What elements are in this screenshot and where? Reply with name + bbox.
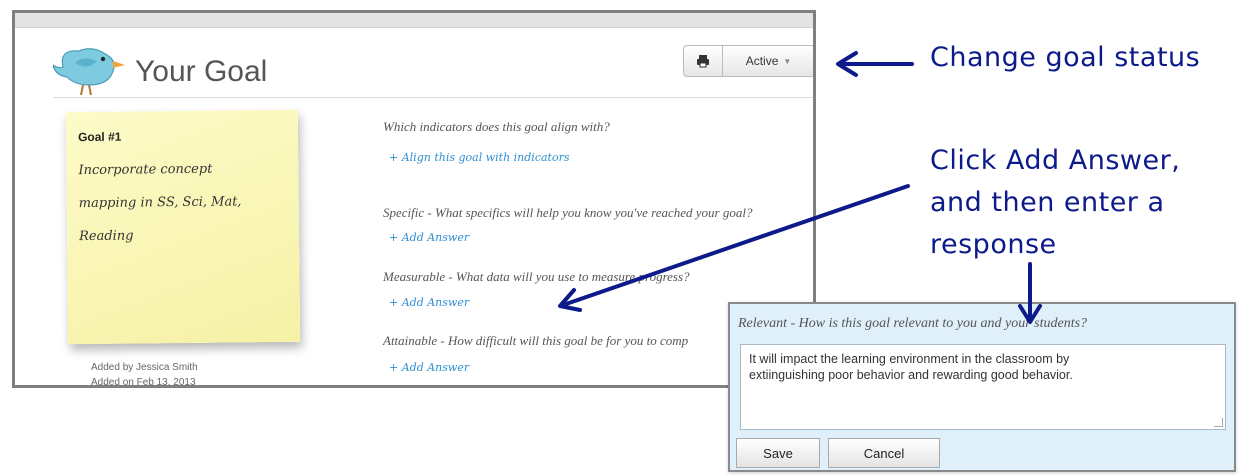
arrow-to-status-icon [836,51,914,77]
annotation-arrows [558,51,1042,324]
arrow-to-popup-icon [1018,262,1042,324]
arrow-to-add-answer-icon [558,184,910,312]
